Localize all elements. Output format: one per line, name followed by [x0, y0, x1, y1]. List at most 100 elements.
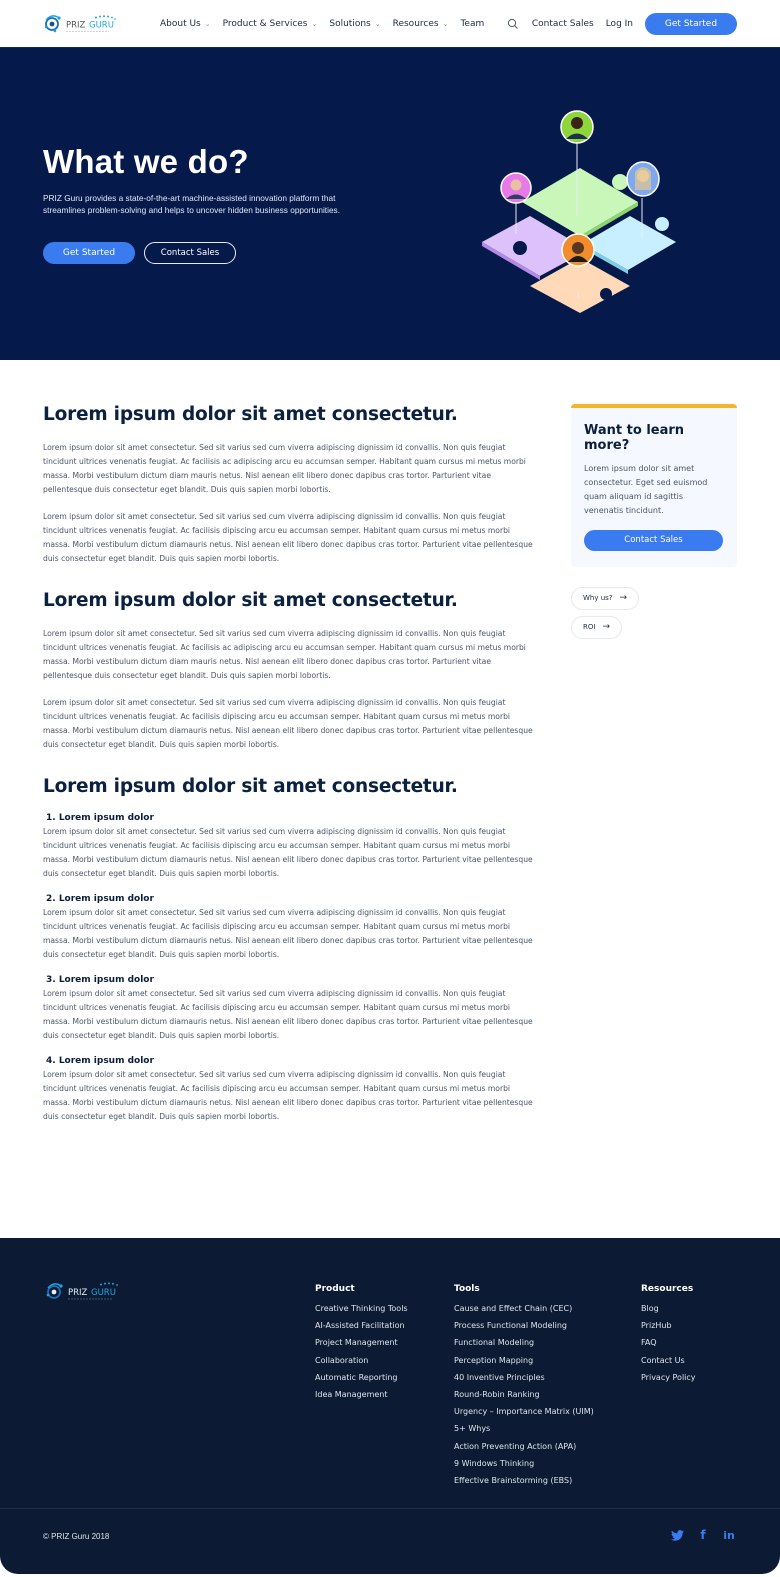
- nav-about-us[interactable]: About Us ⌄: [160, 19, 211, 29]
- paragraph: Lorem ipsum dolor sit amet consectetur. …: [43, 629, 526, 680]
- footer-link[interactable]: Effective Brainstorming (EBS): [454, 1472, 594, 1489]
- list-item: 4. Lorem ipsum dolor Lorem ipsum dolor s…: [43, 1056, 537, 1124]
- nav-link-label: Resources: [392, 18, 439, 29]
- avatar-center: [561, 233, 595, 267]
- list-item: 2. Lorem ipsum dolor Lorem ipsum dolor s…: [43, 894, 537, 962]
- footer: PRIZ GURU Product Creative Thinking Tool…: [0, 1238, 780, 1574]
- footer-link[interactable]: Perception Mapping: [454, 1352, 594, 1369]
- footer-link[interactable]: Action Preventing Action (APA): [454, 1438, 594, 1455]
- quick-links: Why us? → ROI →: [571, 581, 737, 639]
- footer-link[interactable]: Urgency – Importance Matrix (UIM): [454, 1403, 594, 1420]
- hero-get-started-button[interactable]: Get Started: [43, 242, 135, 264]
- footer-link[interactable]: Privacy Policy: [641, 1369, 696, 1386]
- list-item-title: 2. Lorem ipsum dolor: [46, 894, 154, 904]
- footer-link[interactable]: 40 Inventive Principles: [454, 1369, 594, 1386]
- footer-link[interactable]: AI-Assisted Facilitation: [315, 1317, 408, 1334]
- get-started-button[interactable]: Get Started: [645, 12, 737, 35]
- footer-link[interactable]: 9 Windows Thinking: [454, 1455, 594, 1472]
- content-section-1: Lorem ipsum dolor sit amet consectetur. …: [43, 404, 537, 566]
- nav-product-services[interactable]: Product & Services ⌄: [223, 19, 318, 29]
- chevron-down-icon: ⌄: [374, 19, 381, 28]
- paragraph: Lorem ipsum dolor sit amet consectetur. …: [43, 698, 533, 749]
- list-item: 1. Lorem ipsum dolor Lorem ipsum dolor s…: [43, 813, 537, 881]
- avatar-top: [560, 110, 594, 144]
- logo-mark-icon: PRIZ GURU: [46, 1282, 118, 1300]
- learn-more-card: Want to learn more? Lorem ipsum dolor si…: [571, 404, 737, 567]
- nav-link-label: Product & Services: [222, 18, 308, 29]
- nav-solutions[interactable]: Solutions ⌄: [329, 19, 380, 29]
- twitter-icon[interactable]: [670, 1528, 684, 1542]
- hero-actions: Get Started Contact Sales: [43, 242, 236, 264]
- hero-title: What we do?: [43, 143, 249, 180]
- main-menu: About Us ⌄ Product & Services ⌄ Solutions ⌄…: [160, 19, 496, 29]
- footer-divider: [0, 1508, 780, 1509]
- section-title: Lorem ipsum dolor sit amet consectetur.: [43, 590, 458, 611]
- footer-link[interactable]: Automatic Reporting: [315, 1369, 408, 1386]
- log-in-link[interactable]: Log In: [606, 19, 633, 29]
- hero-description: PRIZ Guru provides a state-of-the-art ma…: [43, 193, 341, 215]
- svg-text:PRIZ: PRIZ: [66, 20, 86, 30]
- why-us-link[interactable]: Why us? →: [571, 586, 640, 610]
- list-item-title: 1. Lorem ipsum dolor: [46, 813, 154, 823]
- facebook-icon[interactable]: f: [696, 1528, 710, 1542]
- arrow-right-icon: →: [619, 593, 628, 603]
- card-contact-sales-button[interactable]: Contact Sales: [584, 529, 723, 551]
- footer-link[interactable]: Blog: [641, 1300, 696, 1317]
- paragraph: Lorem ipsum dolor sit amet consectetur. …: [43, 512, 533, 563]
- section-title: Lorem ipsum dolor sit amet consectetur.: [43, 404, 458, 425]
- footer-column-resources: Resources Blog PrizHub FAQ Contact Us Pr…: [641, 1284, 696, 1386]
- footer-link[interactable]: Contact Us: [641, 1352, 696, 1369]
- svg-text:PRIZ: PRIZ: [68, 1288, 88, 1298]
- hero-contact-sales-button[interactable]: Contact Sales: [144, 242, 236, 264]
- footer-link[interactable]: Functional Modeling: [454, 1334, 594, 1351]
- footer-link[interactable]: PrizHub: [641, 1317, 696, 1334]
- footer-link[interactable]: 5+ Whys: [454, 1420, 594, 1437]
- social-links: f in: [670, 1528, 736, 1542]
- footer-link[interactable]: Round-Robin Ranking: [454, 1386, 594, 1403]
- search-icon[interactable]: [506, 17, 520, 31]
- sidebar: Want to learn more? Lorem ipsum dolor si…: [571, 404, 737, 1148]
- list-item-title: 4. Lorem ipsum dolor: [46, 1056, 154, 1066]
- learn-more-title: Want to learn more?: [584, 423, 685, 453]
- main-content: Lorem ipsum dolor sit amet consectetur. …: [0, 360, 780, 1238]
- footer-link[interactable]: Process Functional Modeling: [454, 1317, 594, 1334]
- logo-mark-icon: PRIZ GURU: [44, 14, 116, 32]
- footer-link[interactable]: Idea Management: [315, 1386, 408, 1403]
- chevron-down-icon: ⌄: [442, 19, 449, 28]
- footer-link[interactable]: FAQ: [641, 1334, 696, 1351]
- footer-link[interactable]: Creative Thinking Tools: [315, 1300, 408, 1317]
- footer-link[interactable]: Cause and Effect Chain (CEC): [454, 1300, 594, 1317]
- nav-resources[interactable]: Resources ⌄: [393, 19, 449, 29]
- section-title: Lorem ipsum dolor sit amet consectetur.: [43, 776, 458, 797]
- article: Lorem ipsum dolor sit amet consectetur. …: [43, 404, 537, 1148]
- chevron-down-icon: ⌄: [311, 19, 318, 28]
- copyright: © PRIZ Guru 2018: [43, 1532, 110, 1541]
- svg-text:GURU: GURU: [91, 1288, 116, 1298]
- list-item-title: 3. Lorem ipsum dolor: [46, 975, 154, 985]
- footer-column-tools: Tools Cause and Effect Chain (CEC) Proce…: [454, 1284, 594, 1489]
- list-item-text: Lorem ipsum dolor sit amet consectetur. …: [43, 827, 533, 878]
- chevron-down-icon: ⌄: [204, 19, 211, 28]
- footer-column-title: Resources: [641, 1284, 694, 1294]
- arrow-right-icon: →: [602, 622, 610, 632]
- roi-link[interactable]: ROI →: [571, 615, 622, 639]
- content-section-3: Lorem ipsum dolor sit amet consectetur. …: [43, 776, 537, 1124]
- footer-column-title: Product: [315, 1284, 355, 1294]
- list-item-text: Lorem ipsum dolor sit amet consectetur. …: [43, 1070, 533, 1121]
- learn-more-text: Lorem ipsum dolor sit amet consectetur. …: [584, 464, 708, 515]
- puzzle-team-illustration: [482, 110, 676, 313]
- contact-sales-link[interactable]: Contact Sales: [532, 19, 594, 29]
- top-navigation: PRIZ GURU About Us ⌄ Product & Services ⌄ …: [0, 0, 780, 47]
- svg-text:GURU: GURU: [89, 20, 114, 30]
- footer-column-product: Product Creative Thinking Tools AI-Assis…: [315, 1284, 408, 1403]
- linkedin-icon[interactable]: in: [722, 1528, 736, 1542]
- footer-link[interactable]: Project Management: [315, 1334, 408, 1351]
- hero-section: What we do? PRIZ Guru provides a state-o…: [0, 47, 780, 360]
- pill-label: ROI: [583, 623, 596, 631]
- avatar-right: [626, 161, 660, 197]
- nav-team[interactable]: Team: [460, 19, 484, 29]
- list-item-text: Lorem ipsum dolor sit amet consectetur. …: [43, 989, 533, 1040]
- brand-logo[interactable]: PRIZ GURU: [43, 12, 133, 36]
- footer-logo[interactable]: PRIZ GURU: [45, 1280, 137, 1306]
- footer-link[interactable]: Collaboration: [315, 1352, 408, 1369]
